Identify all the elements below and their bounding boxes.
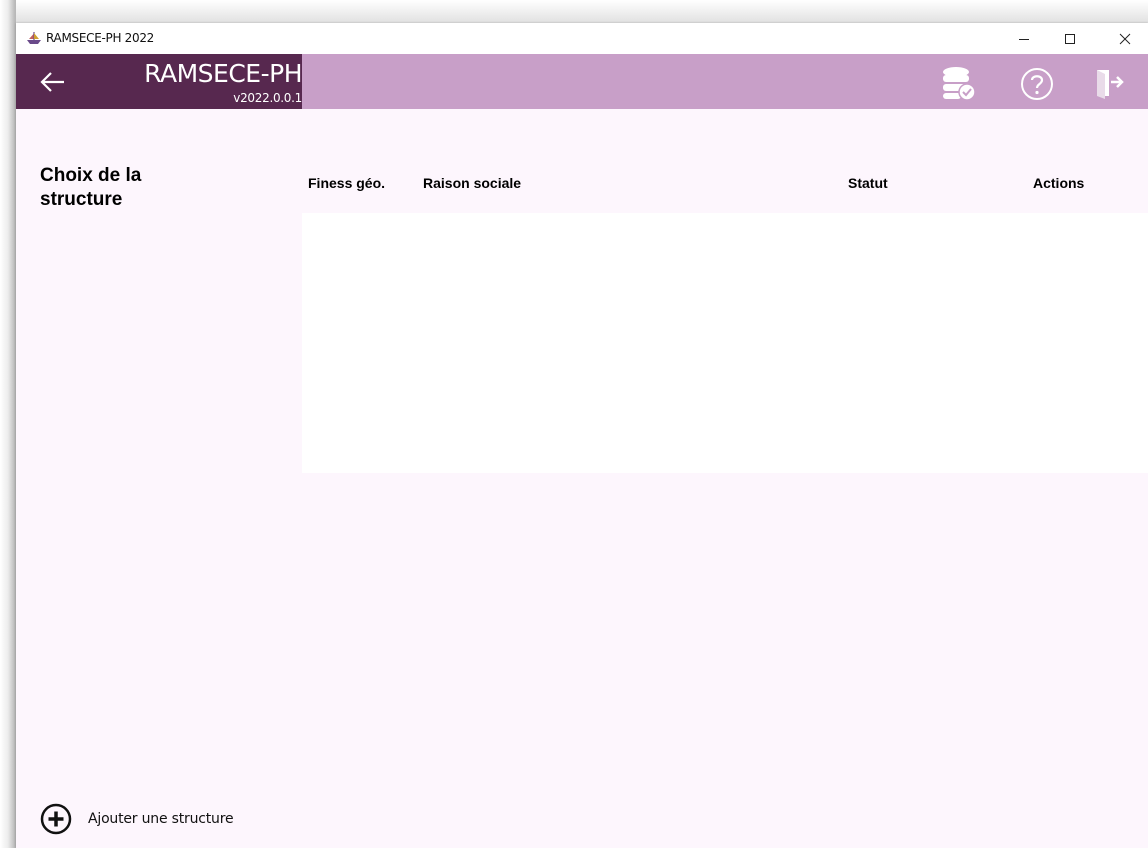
help-icon[interactable] — [1019, 66, 1055, 102]
exit-icon[interactable] — [1090, 65, 1126, 101]
add-structure-label: Ajouter une structure — [88, 811, 234, 827]
header-brand-panel: RAMSECE-PH v2022.0.0.1 — [16, 54, 303, 109]
minimize-button[interactable] — [1001, 23, 1047, 54]
page-title: Choix de la structure — [40, 165, 142, 210]
app-version: v2022.0.0.1 — [233, 91, 302, 105]
app-window: RAMSECE-PH 2022 RAMSECE-PH v2022.0.0.1 C… — [16, 23, 1148, 848]
close-button[interactable] — [1102, 23, 1148, 54]
database-check-icon[interactable] — [940, 65, 976, 101]
app-header: RAMSECE-PH v2022.0.0.1 — [16, 54, 1148, 109]
column-header-actions: Actions — [1033, 175, 1085, 191]
window-title: RAMSECE-PH 2022 — [46, 31, 155, 45]
column-header-raison-sociale[interactable]: Raison sociale — [423, 175, 521, 191]
back-arrow-icon[interactable] — [38, 68, 68, 96]
structures-table-body — [302, 213, 1148, 473]
column-header-statut[interactable]: Statut — [848, 175, 888, 191]
desktop-shadow-left — [0, 0, 16, 848]
close-icon — [1119, 33, 1131, 44]
table-header: Finess géo. Raison sociale Statut Action… — [302, 163, 1148, 211]
app-name: RAMSECE-PH — [144, 59, 302, 88]
maximize-icon — [1065, 33, 1075, 44]
title-bar: RAMSECE-PH 2022 — [16, 23, 1148, 54]
minimize-icon — [1019, 38, 1029, 40]
add-structure-button[interactable]: Ajouter une structure — [40, 803, 234, 835]
maximize-button[interactable] — [1047, 23, 1093, 54]
column-header-finess[interactable]: Finess géo. — [308, 175, 385, 191]
plus-circle-icon — [40, 803, 72, 835]
boat-icon — [27, 32, 41, 44]
